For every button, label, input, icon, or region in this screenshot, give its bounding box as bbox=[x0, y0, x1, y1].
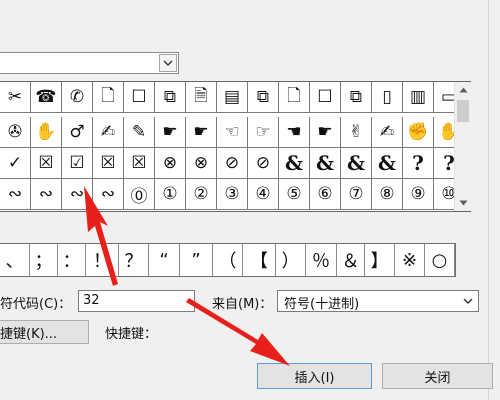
symbol-cell[interactable]: ⑥ bbox=[310, 179, 341, 210]
recent-symbol-cell[interactable]: “ bbox=[149, 244, 180, 276]
symbol-cell[interactable]: ✆ bbox=[62, 82, 93, 113]
symbol-cell[interactable]: ⊗ bbox=[155, 148, 186, 179]
symbol-cell[interactable]: ⑨ bbox=[403, 179, 434, 210]
recent-symbol-cell[interactable]: ： bbox=[58, 244, 86, 276]
character-code-label: 符代码(C)： bbox=[0, 297, 72, 312]
symbol-cell[interactable]: ☛ bbox=[155, 117, 186, 148]
symbol-cell[interactable]: 🗎 bbox=[186, 82, 217, 113]
close-button-label: 关闭 bbox=[424, 370, 451, 386]
symbol-cell[interactable]: ☜ bbox=[217, 117, 248, 148]
from-select-value: 符号(十进制) bbox=[284, 297, 360, 312]
symbol-cell[interactable]: ③ bbox=[217, 179, 248, 210]
symbol-cell[interactable]: ✌ bbox=[341, 117, 372, 148]
symbol-cell[interactable]: ✇ bbox=[0, 117, 31, 148]
symbol-cell[interactable]: & bbox=[341, 148, 372, 179]
symbol-cell[interactable]: ⑤ bbox=[279, 179, 310, 210]
symbol-cell[interactable]: ⧉ bbox=[341, 82, 372, 113]
symbol-cell[interactable]: ☛ bbox=[186, 117, 217, 148]
recent-symbol-cell[interactable]: 】 bbox=[365, 244, 395, 276]
symbol-cell[interactable]: ✍ bbox=[93, 117, 124, 148]
from-label: 来自(M)： bbox=[212, 297, 273, 312]
symbol-cell[interactable]: ✍ bbox=[372, 117, 403, 148]
recent-symbol-cell[interactable]: ； bbox=[30, 244, 58, 276]
symbol-cell[interactable]: ☚ bbox=[279, 117, 310, 148]
symbol-cell[interactable]: ☒ bbox=[31, 148, 62, 179]
recent-symbol-cell[interactable]: ％ bbox=[306, 244, 337, 276]
recent-symbols-row: 、；：！？ “” （【）％＆】 ※ ○ bbox=[0, 243, 456, 277]
symbol-cell[interactable]: ∾ bbox=[0, 179, 31, 210]
symbol-cell[interactable]: ? bbox=[403, 148, 434, 179]
symbol-cell[interactable]: ☐ bbox=[124, 82, 155, 113]
shortcut-key-button[interactable]: 捷键(K)... bbox=[0, 320, 89, 344]
symbol-cell[interactable]: ∾ bbox=[31, 179, 62, 210]
triangle-down-icon[interactable] bbox=[455, 195, 471, 211]
recent-symbol-cell[interactable]: ？ bbox=[119, 244, 149, 276]
shortcut-key-button-label: 捷键(K)... bbox=[0, 326, 58, 342]
symbol-cell[interactable]: ② bbox=[186, 179, 217, 210]
symbol-cell[interactable]: ④ bbox=[248, 179, 279, 210]
recent-symbol-cell[interactable]: 【 bbox=[243, 244, 276, 276]
symbol-grid-scrollbar[interactable] bbox=[454, 82, 471, 211]
chevron-down-icon[interactable] bbox=[159, 54, 177, 72]
symbol-grid: ✂ ☎ ✆ 🗋 ☐ ⧉ 🗎 ▤ ⧉ 🗋 ☐ ⧉ ▯ ▥ ▭ ✇ ✋ ♂ ✍ ✎ ☛ ☛ ☜ ☞ ☚ ☛ ✌ ✍ ✊ ✋ ✓ ☒ ☑ ☒ ☒ ⊗ ⊗ ⊘ ⊘ &… bbox=[0, 81, 471, 212]
symbol-cell[interactable]: ⧉ bbox=[155, 82, 186, 113]
from-select[interactable]: 符号(十进制) bbox=[277, 290, 479, 312]
symbol-cell[interactable]: ⊗ bbox=[186, 148, 217, 179]
symbol-cell[interactable]: 🗋 bbox=[279, 82, 310, 113]
triangle-up-icon[interactable] bbox=[455, 82, 471, 98]
symbol-cell[interactable]: ∾ bbox=[62, 179, 93, 210]
recent-symbol-cell[interactable]: ” bbox=[180, 244, 213, 276]
symbol-cell[interactable]: 🗋 bbox=[93, 82, 124, 113]
symbol-cell[interactable]: ☛ bbox=[310, 117, 341, 148]
symbol-cell[interactable]: ☒ bbox=[124, 148, 155, 179]
recent-symbol-cell[interactable]: ） bbox=[276, 244, 306, 276]
symbol-cell[interactable]: ☐ bbox=[310, 82, 341, 113]
dialog-edge bbox=[488, 0, 489, 400]
symbol-cell[interactable]: ⑧ bbox=[372, 179, 403, 210]
close-button[interactable]: 关闭 bbox=[382, 363, 493, 389]
symbol-cell[interactable]: ✊ bbox=[403, 117, 434, 148]
recent-symbol-cell[interactable]: ※ bbox=[395, 244, 425, 276]
symbol-cell[interactable]: ⑦ bbox=[341, 179, 372, 210]
character-code-input[interactable]: 32 bbox=[78, 290, 195, 312]
symbol-cell[interactable]: ✂ bbox=[0, 82, 31, 113]
symbol-cell[interactable]: ▤ bbox=[217, 82, 248, 113]
symbol-cell[interactable]: ✎ bbox=[124, 117, 155, 148]
symbol-cell[interactable]: ① bbox=[155, 179, 186, 210]
chevron-down-icon[interactable] bbox=[459, 292, 477, 310]
shortcut-key-label: 快捷键： bbox=[105, 327, 158, 342]
symbol-cell[interactable]: ☎ bbox=[31, 82, 62, 113]
symbol-cell[interactable]: ☞ bbox=[248, 117, 279, 148]
font-select[interactable] bbox=[0, 52, 179, 74]
symbol-cell[interactable]: & bbox=[372, 148, 403, 179]
symbol-cell[interactable]: ☑ bbox=[62, 148, 93, 179]
recent-symbol-cell[interactable]: （ bbox=[213, 244, 243, 276]
scrollbar-thumb[interactable] bbox=[457, 100, 469, 122]
symbol-cell[interactable]: ▯ bbox=[372, 82, 403, 113]
title-bar-area bbox=[0, 0, 500, 30]
symbol-cell[interactable]: ⧉ bbox=[248, 82, 279, 113]
symbol-cell[interactable]: ☒ bbox=[93, 148, 124, 179]
symbol-cell[interactable]: ✓ bbox=[0, 148, 31, 179]
symbol-cell[interactable]: ∾ bbox=[93, 179, 124, 210]
symbol-cell[interactable]: ▥ bbox=[403, 82, 434, 113]
symbol-cell[interactable]: ♂ bbox=[62, 117, 93, 148]
insert-button[interactable]: 插入(I) bbox=[257, 363, 372, 389]
symbol-cell[interactable]: & bbox=[279, 148, 310, 179]
recent-symbol-cell[interactable]: ！ bbox=[86, 244, 119, 276]
symbol-cell[interactable]: ✋ bbox=[31, 117, 62, 148]
symbol-cell[interactable]: ⊘ bbox=[248, 148, 279, 179]
recent-symbol-cell[interactable]: ＆ bbox=[337, 244, 365, 276]
symbol-cell[interactable]: ⊘ bbox=[217, 148, 248, 179]
symbol-cell[interactable]: ⓪ bbox=[124, 179, 155, 210]
insert-button-label: 插入(I) bbox=[294, 370, 335, 386]
recent-symbol-cell[interactable]: ○ bbox=[425, 244, 455, 276]
symbol-cell[interactable]: & bbox=[310, 148, 341, 179]
recent-symbol-cell[interactable]: 、 bbox=[0, 244, 30, 276]
